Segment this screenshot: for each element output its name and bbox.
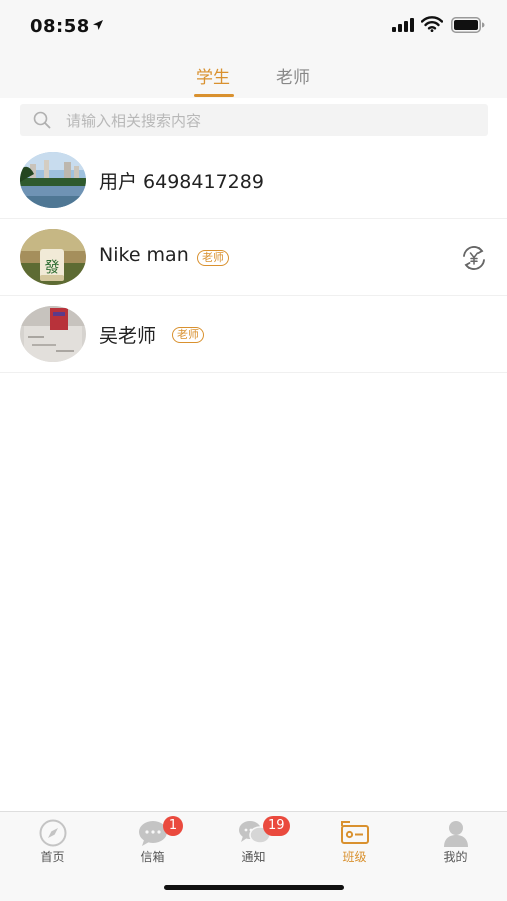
tabbar-item-me[interactable]: 我的 — [405, 812, 506, 872]
svg-text:發: 發 — [44, 258, 59, 276]
location-arrow-icon — [93, 20, 103, 30]
teacher-badge: 老师 — [172, 327, 204, 343]
person-icon — [443, 821, 468, 847]
status-time: 08:58 — [30, 16, 90, 37]
member-name: 用户 6498417289 — [99, 171, 264, 193]
list-item[interactable]: 用户 6498417289 — [0, 142, 507, 219]
wifi-icon — [421, 16, 443, 32]
tabbar-label: 班级 — [342, 850, 367, 864]
list-item[interactable]: 吴老师 老师 — [0, 296, 507, 373]
list-item[interactable]: 發 Nike man 老师 — [0, 219, 507, 296]
tabbar-label: 信箱 — [140, 850, 165, 864]
member-list: 用户 6498417289 發 Nike man 老师 吴老师 老师 — [0, 142, 507, 373]
class-card-icon — [340, 821, 369, 844]
avatar: 發 — [20, 229, 86, 285]
tabbar-item-class[interactable]: 班级 — [304, 812, 405, 872]
yuan-exchange-icon[interactable] — [460, 244, 488, 272]
tabbar-label: 通知 — [241, 850, 266, 864]
tabbar-label: 我的 — [443, 850, 468, 864]
member-name: Nike man — [99, 244, 189, 266]
tabbar-item-mailbox[interactable]: 1 信箱 — [102, 812, 203, 872]
tab-students[interactable]: 学生 — [196, 63, 230, 88]
notification-badge: 19 — [263, 816, 290, 836]
search-input[interactable] — [64, 104, 478, 138]
avatar — [20, 152, 86, 208]
tabbar-label: 首页 — [40, 850, 65, 864]
teacher-badge: 老师 — [197, 250, 229, 266]
unread-badge: 1 — [163, 816, 183, 836]
home-indicator — [164, 885, 344, 890]
tabbar-item-notifications[interactable]: 19 通知 — [203, 812, 304, 872]
tabbar-item-home[interactable]: 首页 — [2, 812, 103, 872]
status-bar: 08:58 — [0, 0, 507, 52]
battery-icon — [451, 17, 485, 33]
member-name: 吴老师 — [99, 325, 157, 347]
search-icon — [33, 111, 51, 129]
search-box — [20, 104, 488, 138]
active-tab-indicator — [194, 94, 234, 97]
segment-tabs: 学生 老师 — [0, 56, 507, 98]
compass-icon — [39, 819, 66, 847]
avatar — [20, 306, 86, 362]
cellular-signal-icon — [392, 18, 414, 32]
tab-teachers[interactable]: 老师 — [276, 63, 310, 88]
search-bar — [0, 98, 507, 142]
